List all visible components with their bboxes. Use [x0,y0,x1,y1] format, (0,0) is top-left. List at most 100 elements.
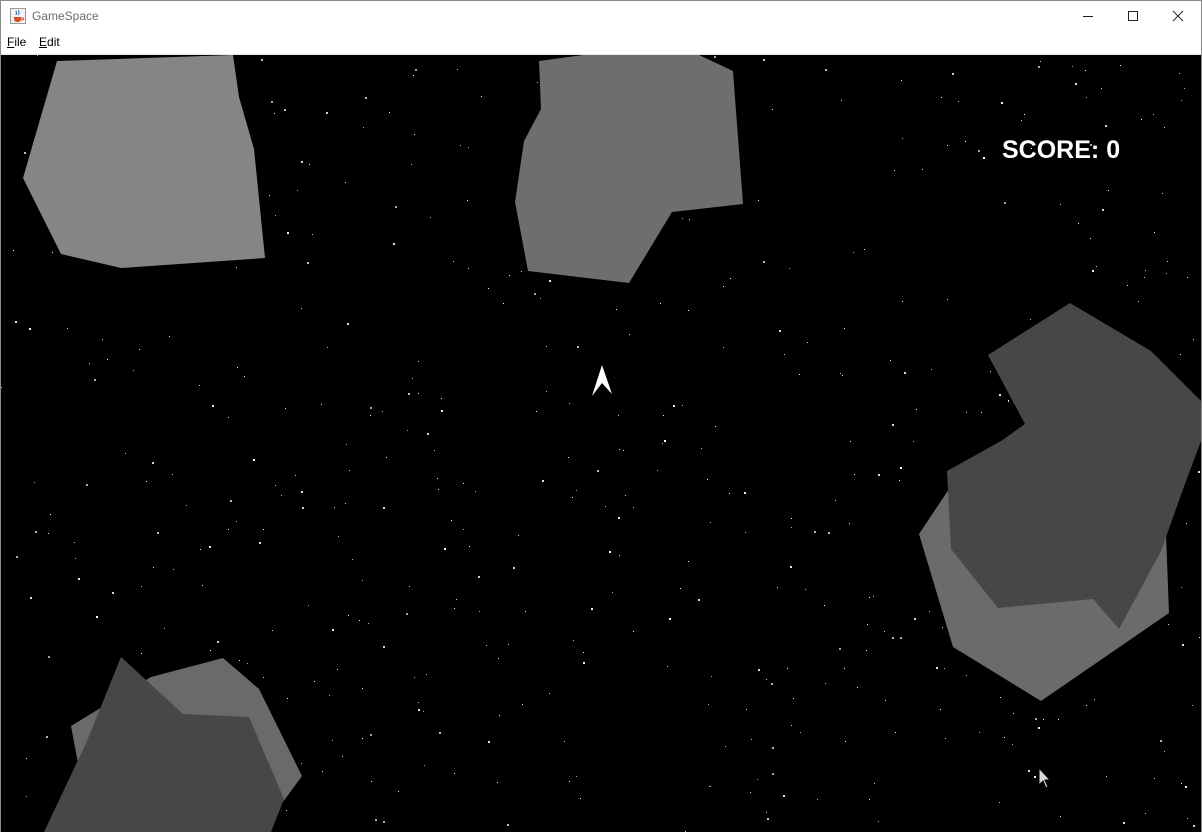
star [537,82,538,83]
star [663,415,664,416]
star [332,629,334,631]
star [682,405,683,406]
minimize-button[interactable] [1065,1,1111,31]
game-scene [1,55,1201,832]
star [209,546,211,548]
star [711,676,712,677]
star [334,507,335,508]
star [329,695,330,696]
star [139,349,140,350]
close-icon [1172,10,1184,22]
star [854,474,855,475]
star [793,698,794,699]
star [947,299,948,300]
star [536,411,537,412]
menu-file[interactable]: File [7,35,26,50]
star [398,791,399,792]
score-display: SCORE: 0 [1002,136,1120,164]
star [873,596,874,597]
star [1078,223,1079,224]
menu-edit[interactable]: Edit [39,35,60,50]
title-bar[interactable]: GameSpace [1,1,1201,31]
minimize-icon [1082,10,1094,22]
star [790,566,792,568]
star [407,430,408,431]
star [454,608,455,609]
star [322,771,323,772]
star [112,592,114,594]
score-label: SCORE: [1002,136,1100,164]
star [990,371,991,372]
star [1058,719,1059,720]
star [456,599,457,600]
star [327,347,328,348]
star [16,556,18,558]
star [791,518,792,519]
star [308,605,309,606]
star [1092,270,1094,272]
star [841,100,842,101]
star [439,732,441,734]
star [50,514,51,515]
star [24,152,26,154]
star [981,412,982,413]
star [1034,776,1036,778]
star [784,354,785,355]
star [236,267,237,268]
star [767,818,769,820]
star [348,615,349,616]
star [1096,266,1097,267]
star [48,533,49,534]
star [301,491,303,493]
close-button[interactable] [1155,1,1201,31]
star [1199,637,1200,638]
star [892,637,894,639]
star [947,145,948,146]
star [625,495,626,496]
star [1193,339,1194,340]
star [805,589,806,590]
star [244,376,245,377]
star [13,250,14,251]
star [689,219,690,220]
star [271,101,273,103]
star [799,374,800,375]
star [874,783,875,784]
star [370,407,372,409]
star [408,393,410,395]
star [1090,238,1091,239]
star [688,310,689,311]
star [469,546,470,547]
game-canvas[interactable]: SCORE: 0 [1,55,1201,832]
star [261,59,263,61]
star [942,627,943,628]
star [899,480,900,481]
star [902,301,903,302]
star [1012,744,1013,745]
asteroid-top-left [23,55,265,268]
star [787,668,788,669]
star [577,346,579,348]
star [814,531,816,533]
star [807,342,808,343]
star [230,500,232,502]
star [1004,737,1005,738]
maximize-button[interactable] [1110,1,1156,31]
star [546,391,547,392]
star [426,674,427,675]
star [295,475,296,476]
star [437,478,438,479]
star [777,587,778,588]
star [1000,697,1001,698]
star [929,611,930,612]
star [844,328,845,329]
star [772,747,774,749]
star [228,417,229,418]
star [157,532,159,534]
star [321,404,322,405]
star [468,268,469,269]
star [370,734,372,736]
star [789,268,790,269]
star [152,462,154,464]
star [67,328,68,329]
